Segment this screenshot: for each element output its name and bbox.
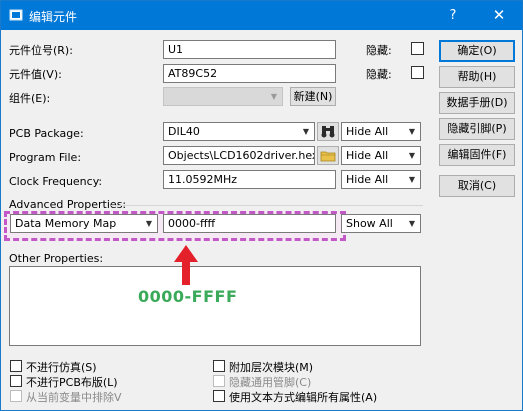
advanced-property-select[interactable]: Data Memory Map ▼: [10, 214, 158, 233]
window-title: 编辑元件: [29, 10, 78, 24]
advanced-value-input[interactable]: 0000-ffff: [163, 214, 336, 233]
pcb-package-value: DIL40: [168, 125, 200, 138]
datasheet-button[interactable]: 数据手册(D): [439, 92, 515, 114]
exclude-variant-label: 从当前变量中排除V: [26, 391, 122, 404]
chevron-down-icon: ▼: [302, 127, 310, 136]
ref-input[interactable]: U1: [163, 40, 336, 59]
value-input[interactable]: AT89C52: [163, 64, 336, 83]
help-title-button[interactable]: ?: [430, 1, 476, 30]
edit-component-dialog: 编辑元件 ? ✕ 元件位号(R): U1 隐藏: 元件值(V): AT89C52…: [0, 0, 523, 411]
hidden-pins-button[interactable]: 隐藏引脚(P): [439, 118, 515, 140]
clock-frequency-input[interactable]: 11.0592MHz: [163, 170, 336, 189]
no-simulation-checkbox[interactable]: [10, 360, 22, 372]
attach-hierarchy-label: 附加层次模块(M): [229, 361, 314, 374]
pcb-visibility-value: Hide All: [346, 125, 389, 138]
advanced-properties-label: Advanced Properties:: [9, 198, 127, 211]
hide-common-pins-label: 隐藏通用管脚(C): [229, 376, 312, 389]
advanced-property-value: Data Memory Map: [15, 217, 117, 230]
attach-hierarchy-checkbox[interactable]: [213, 360, 225, 372]
browse-package-button[interactable]: [317, 122, 339, 141]
advanced-visibility-value: Show All: [346, 217, 393, 230]
chevron-down-icon: ▼: [408, 151, 416, 160]
dialog-body: 元件位号(R): U1 隐藏: 元件值(V): AT89C52 隐藏: 组件(E…: [1, 30, 522, 410]
hide-ref-checkbox[interactable]: [411, 42, 424, 55]
cancel-button[interactable]: 取消(C): [439, 175, 515, 197]
advanced-visibility-select[interactable]: Show All ▼: [341, 214, 421, 233]
text-edit-all-checkbox[interactable]: [213, 390, 225, 402]
hide-value-label: 隐藏:: [366, 68, 392, 81]
folder-icon: [320, 151, 336, 162]
hide-common-pins-checkbox: [213, 375, 225, 387]
chevron-down-icon: ▼: [270, 92, 278, 101]
group-label: 组件(E):: [9, 92, 51, 105]
help-button[interactable]: 帮助(H): [439, 66, 515, 88]
ref-label: 元件位号(R):: [9, 44, 73, 57]
title-bar: 编辑元件 ? ✕: [1, 1, 522, 30]
chevron-down-icon: ▼: [408, 219, 416, 228]
clock-visibility-select[interactable]: Hide All ▼: [341, 170, 421, 189]
annotation-text: 0000-FFFF: [138, 287, 238, 306]
pcb-visibility-select[interactable]: Hide All ▼: [341, 122, 421, 141]
hide-ref-label: 隐藏:: [366, 44, 392, 57]
pcb-package-label: PCB Package:: [9, 127, 84, 140]
close-button[interactable]: ✕: [476, 1, 522, 30]
advanced-divider: [111, 205, 423, 206]
program-visibility-select[interactable]: Hide All ▼: [341, 146, 421, 165]
binoculars-icon: [321, 126, 335, 138]
program-file-label: Program File:: [9, 151, 82, 164]
component-edit-icon: [9, 9, 23, 21]
browse-file-button[interactable]: [317, 146, 339, 165]
hide-value-checkbox[interactable]: [411, 66, 424, 79]
text-edit-all-label: 使用文本方式编辑所有属性(A): [229, 391, 378, 404]
chevron-down-icon: ▼: [408, 175, 416, 184]
program-visibility-value: Hide All: [346, 149, 389, 162]
new-group-button[interactable]: 新建(N): [290, 87, 336, 106]
edit-firmware-button[interactable]: 编辑固件(F): [439, 144, 515, 166]
clock-frequency-label: Clock Frequency:: [9, 175, 103, 188]
other-properties-label: Other Properties:: [9, 252, 104, 265]
group-select: ▼: [163, 87, 283, 106]
other-properties-textarea[interactable]: [9, 266, 421, 346]
no-pcb-checkbox[interactable]: [10, 375, 22, 387]
ok-button[interactable]: 确定(O): [439, 40, 515, 62]
value-label: 元件值(V):: [9, 68, 62, 81]
annotation-arrow-icon: [174, 245, 198, 285]
pcb-package-select[interactable]: DIL40 ▼: [163, 122, 315, 141]
chevron-down-icon: ▼: [145, 219, 153, 228]
chevron-down-icon: ▼: [408, 127, 416, 136]
clock-visibility-value: Hide All: [346, 173, 389, 186]
program-file-input[interactable]: Objects\LCD1602driver.hex: [163, 146, 315, 165]
exclude-variant-checkbox: [10, 390, 22, 402]
no-pcb-label: 不进行PCB布版(L): [26, 376, 118, 389]
no-simulation-label: 不进行仿真(S): [26, 361, 97, 374]
